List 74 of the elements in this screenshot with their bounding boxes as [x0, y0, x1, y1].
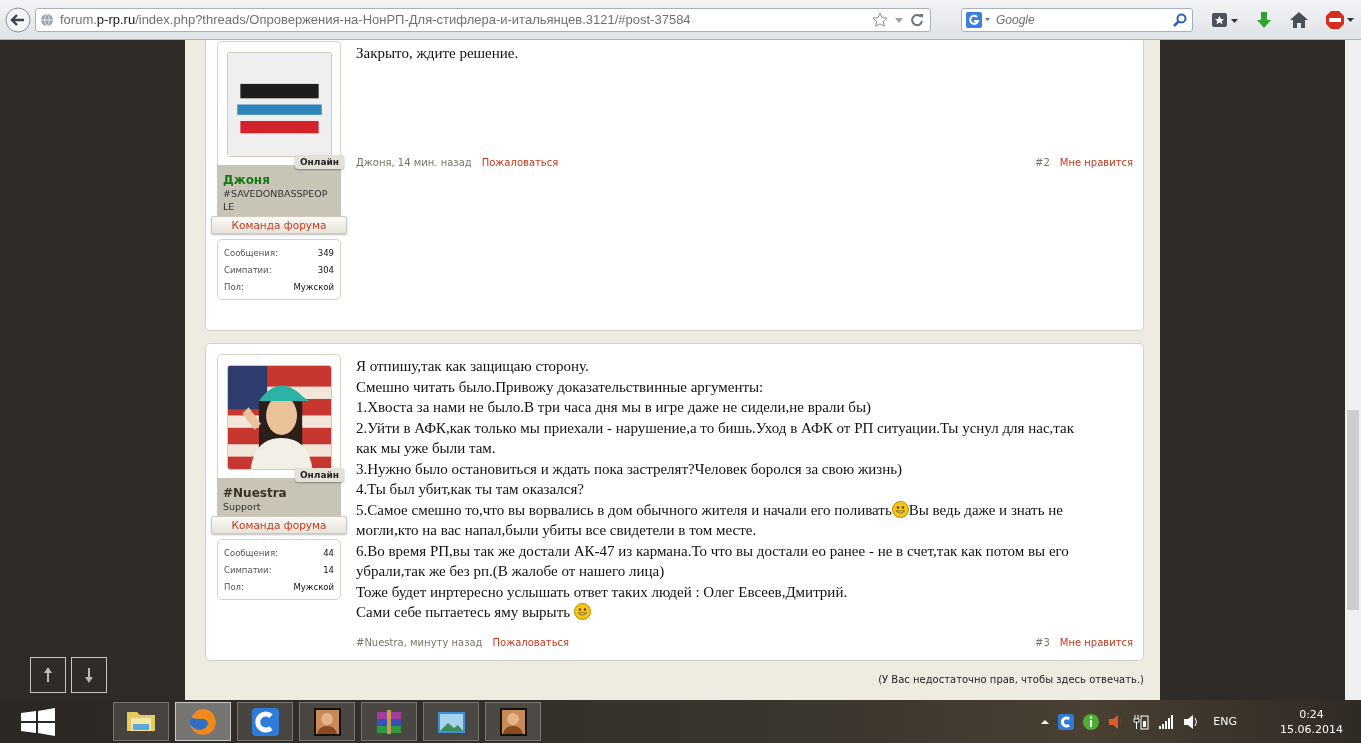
username-link[interactable]: Джоня — [223, 173, 335, 187]
username-link[interactable]: #Nuestra — [223, 486, 335, 500]
online-badge: Онлайн — [294, 468, 344, 482]
scroll-down-button[interactable] — [71, 657, 107, 693]
message-text: как мы уже были там. — [356, 440, 496, 456]
user-title: #SAVEDONBASSPEOPLE — [223, 187, 329, 213]
smiley-icon — [891, 500, 909, 518]
taskbar-button[interactable] — [299, 702, 355, 741]
message-text: Я отпишу,так как защищаю сторону. — [356, 358, 589, 374]
message-text: Закрыто, ждите решение. — [356, 45, 519, 61]
stat-value: 44 — [323, 547, 334, 560]
report-link[interactable]: Пожаловаться — [481, 157, 559, 168]
star-icon[interactable] — [872, 11, 888, 28]
message-text: Тоже будет инртересно услышать ответ таких людей : Олег Евсеев,Дмитрий. — [356, 583, 848, 600]
message-text: Вы ведь даже и знать не — [908, 501, 1063, 518]
reload-icon[interactable] — [910, 11, 924, 28]
stat-value: 304 — [317, 264, 334, 277]
stat-value: Мужской — [293, 581, 334, 594]
taskbar-button[interactable] — [113, 702, 169, 741]
stat-label: Сообщения: — [224, 247, 278, 260]
report-link[interactable]: Пожаловаться — [492, 636, 570, 648]
language-indicator[interactable]: ENG — [1213, 715, 1237, 728]
reply-notice: (У Вас недостаточно прав, чтобы здесь отвечать.) — [877, 673, 1144, 685]
back-button[interactable] — [5, 6, 31, 33]
globe-icon — [40, 12, 54, 27]
message-text: убрали,так же без рп.(В жалобе от нашего лица) — [356, 563, 665, 579]
taskbar-button[interactable] — [423, 702, 479, 741]
message-text: 1.Хвоста за нами не было.В три часа дня мы в игре даже не сидели,не врали бы) — [356, 399, 871, 415]
stat-label: Пол: — [224, 581, 244, 594]
stat-label: Симпатии: — [224, 564, 272, 577]
user-banner: Команда форума — [211, 516, 347, 534]
scroll-up-button[interactable] — [30, 657, 66, 693]
message-text: могли,кто на вас напал,были убиты все свидетели в том месте. — [356, 522, 757, 538]
message-text: 6.Во время РП,вы так же достали АК-47 из кармана.То что вы достали ео ранее - не в счет,так как потом вы его — [356, 542, 1069, 559]
taskbar-button[interactable] — [237, 702, 293, 741]
like-link[interactable]: Мне нравится — [1059, 636, 1133, 648]
stat-label: Сообщения: — [224, 547, 278, 560]
message-text: 3.Нужно было остановиться и ждать пока застрелят?Человек боролся за свою жизнь) — [356, 460, 903, 477]
author-date-link[interactable]: #Nuestra, минуту назад — [356, 636, 483, 648]
user-banner: Команда форума — [211, 216, 347, 234]
cloud-app-icon[interactable] — [1057, 712, 1076, 731]
message-text: Смешно читать было.Привожу доказательствинные аргументы: — [356, 378, 764, 395]
online-badge: Онлайн — [294, 155, 344, 169]
message-text: 5.Самое смешно то,что вы ворвались в дом обычного жителя и начали его поливать — [356, 501, 892, 518]
search-engine-icon[interactable] — [965, 10, 991, 29]
battery-icon[interactable] — [1132, 712, 1151, 731]
download-icon[interactable] — [1255, 10, 1273, 29]
scrollbar[interactable] — [1345, 40, 1361, 700]
search-field[interactable]: Google — [961, 7, 1193, 32]
author-date-link[interactable]: Джоня, 14 мин. назад — [356, 157, 472, 168]
clock-date[interactable]: 15.06.2014 — [1280, 721, 1343, 737]
stat-value: 349 — [317, 247, 334, 260]
message-text: Сами себе пытаетесь яму вырыть — [356, 604, 572, 620]
scrollbar-thumb[interactable] — [1347, 410, 1359, 610]
info-icon[interactable] — [1082, 712, 1101, 731]
home-icon[interactable] — [1289, 10, 1309, 29]
stat-label: Симпатии: — [224, 264, 272, 277]
clock-time[interactable]: 0:24 — [1299, 706, 1324, 722]
address-field[interactable]: forum.p-rp.ru/index.php?threads/Опровержения-на-НонРП-Для-стифлера-и-итальянцев.3121/#post-37584 — [35, 7, 931, 32]
message-text: 2.Уйти в АФК,как только мы приехали - нарушение,а то бишь.Уход в АФК от РП ситуации.Ты уснул для нас,так — [356, 419, 1074, 436]
post-number-link[interactable]: #3 — [1035, 636, 1050, 648]
taskbar-button[interactable] — [485, 702, 541, 741]
post-number-link[interactable]: #2 — [1035, 157, 1050, 168]
search-icon[interactable] — [1173, 12, 1187, 27]
stat-value: Мужской — [293, 281, 334, 294]
adblock-icon[interactable] — [1325, 9, 1355, 30]
message-text: 4.Ты был убит,как ты там оказался? — [356, 481, 584, 497]
stat-label: Пол: — [224, 281, 244, 294]
signal-icon[interactable] — [1157, 712, 1176, 731]
like-link[interactable]: Мне нравится — [1059, 157, 1133, 168]
stat-value: 14 — [323, 564, 334, 577]
bookmarks-icon[interactable] — [1211, 10, 1239, 29]
user-title: Support — [223, 500, 262, 513]
smiley-icon — [573, 603, 591, 620]
